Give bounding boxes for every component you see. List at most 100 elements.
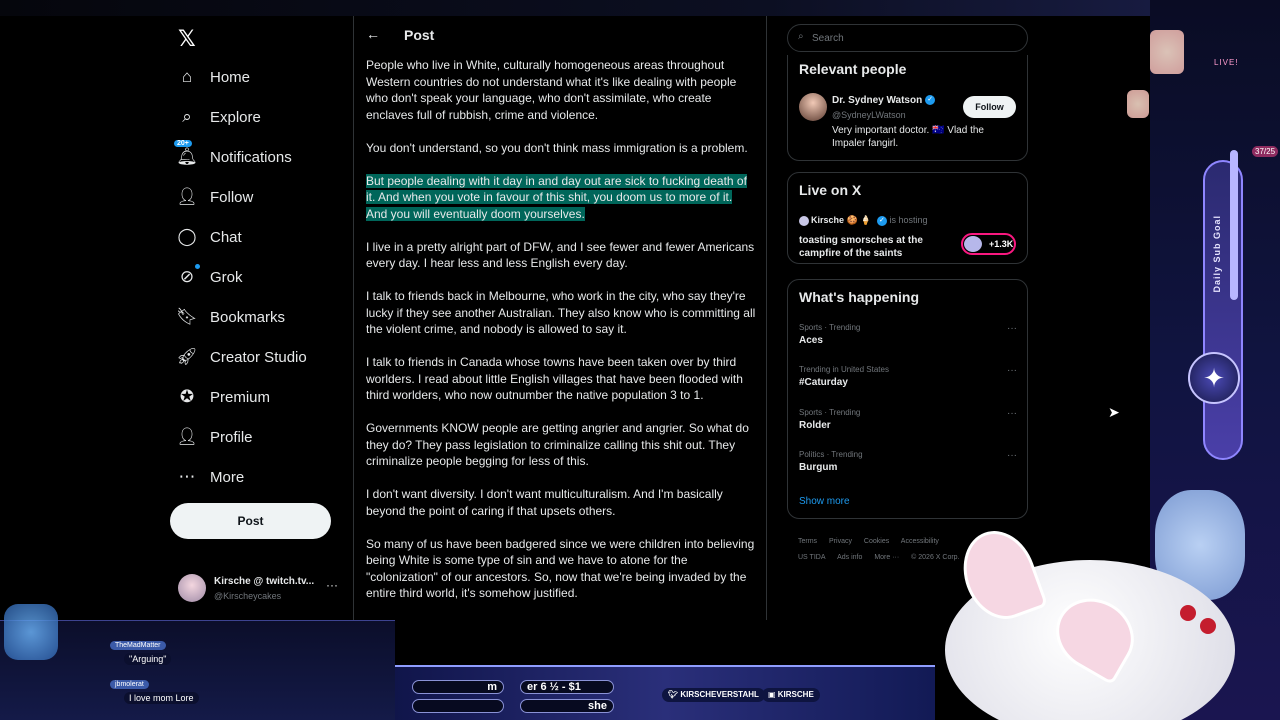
nav-home[interactable]: ⌂ Home [170,59,250,95]
trend-category: Sports · Trending [799,408,861,417]
nav-label: Premium [210,388,271,406]
footer-link[interactable]: Cookies [864,538,889,545]
ticker: er 6 ½ - $1 [520,680,614,694]
nav-label: Notifications [210,148,292,166]
stream-frame-top [0,0,1280,16]
social-text: KIRSCHEVERSTAHL [680,690,759,699]
nav-label: Creator Studio [210,348,307,366]
live-title[interactable]: toasting smorsches at the campfire of th… [799,234,949,260]
search-box[interactable]: ⌕ [787,24,1028,52]
nav-bookmarks[interactable]: 🔖︎ Bookmarks [170,299,285,335]
trend-name: Burgum [799,462,838,473]
more-dots-icon[interactable]: ··· [1007,323,1017,334]
avatar[interactable] [799,93,827,121]
mouse-cursor-icon: ➤ [1108,404,1120,420]
unread-dot [195,264,200,269]
post-button[interactable]: Post [170,503,331,539]
post-column: ← Post People who live in White, cultura… [353,16,767,620]
live-on-x-card: Live on X Kirsche 🍪 🍦 ✓ is hosting toast… [787,172,1028,264]
nav-follow[interactable]: 👤︎ Follow [170,179,253,215]
nav-chat[interactable]: ◯ Chat [170,219,242,255]
footer-link[interactable]: US TIDA [798,554,826,561]
text-selection: But people dealing with it day in and da… [366,173,747,221]
live-tag: LIVE! [1214,58,1239,67]
search-input[interactable] [812,30,1012,46]
nav-label: More [210,468,245,486]
trend-category: Trending in United States [799,365,889,374]
account-switcher[interactable]: Kirsche @ twitch.tv... @Kirscheycakes ··… [178,574,348,606]
relevant-people-card: Relevant people Dr. Sydney Watson ✓ @Sydn… [787,55,1028,161]
x-logo-icon[interactable]: 𝕏 [178,26,196,52]
nav-label: Follow [210,188,254,206]
footer-link[interactable]: Ads info [837,554,862,561]
post-paragraph: Governments KNOW people are getting angr… [366,421,749,468]
trend-item[interactable]: Politics · Trending Burgum ··· [799,450,1019,482]
lantern-decor [1150,30,1184,74]
nav-label: Home [210,68,251,86]
person-handle: @SydneyLWatson [832,110,906,120]
ticker [412,699,504,713]
nav-label: Profile [210,428,253,446]
chat-message: "Arguing" [124,653,172,665]
avatar [799,215,809,226]
post-paragraph: People who live in White, culturally hom… [366,58,737,122]
live-host[interactable]: Kirsche 🍪 🍦 ✓ is hosting [799,215,928,226]
nav-profile[interactable]: 👤︎ Profile [170,419,253,455]
sub-goal-count: 37/25 [1252,146,1279,157]
page-title: Post [404,27,435,43]
footer-link[interactable]: Accessibility [901,538,939,545]
trend-category: Politics · Trending [799,450,863,459]
whats-happening-card: What's happening Sports · Trending Aces … [787,279,1028,519]
card-title: Relevant people [799,61,907,77]
trend-item[interactable]: Sports · Trending Aces ··· [799,323,1019,355]
discord-handle: ▣ KIRSCHE [762,688,820,702]
ticker: m [412,680,504,694]
footer-link[interactable]: Privacy [829,538,852,545]
post-text: People who live in White, culturally hom… [366,57,756,618]
nav-grok[interactable]: ⊘ Grok [170,259,243,295]
person-name[interactable]: Dr. Sydney Watson ✓ [832,95,936,106]
post-paragraph: I talk to friends back in Melbourne, who… [366,289,756,336]
chat-username: jbmolerat [110,680,149,689]
person-icon: 👤︎ [176,427,198,446]
nav-label: Explore [210,108,261,126]
verified-icon: ✓ [925,95,936,106]
nav-premium[interactable]: ✪ Premium [170,379,270,415]
bookmark-icon: 🔖︎ [176,307,198,326]
left-sidebar: 𝕏 ⌂ Home ⌕ Explore 🔔︎ 20+ Notifications 👤… [170,16,353,620]
more-dots-icon[interactable]: ··· [1007,365,1017,376]
more-dots-icon[interactable]: ··· [1007,408,1017,419]
chat-bubble-icon: ◯ [177,227,197,246]
listener-count[interactable]: +1.3K [961,233,1016,255]
chat-username: TheMadMatter [110,641,166,650]
notification-badge: 20+ [174,140,192,147]
lantern-decor [1127,90,1149,118]
trend-item[interactable]: Trending in United States #Caturday ··· [799,365,1019,397]
trend-item[interactable]: Sports · Trending Rolder ··· [799,408,1019,440]
back-arrow-icon[interactable]: ← [366,26,380,42]
nav-label: Chat [210,228,242,246]
rocket-icon: 🚀︎ [176,347,198,366]
footer-link[interactable]: Terms [798,538,817,545]
card-title: What's happening [799,289,919,305]
more-dots-icon[interactable]: ··· [326,578,338,592]
host-name: Kirsche 🍪 🍦 [811,215,872,225]
trend-name: Rolder [799,420,831,431]
person-name-text: Dr. Sydney Watson [832,95,923,106]
chat-message: I love mom Lore [124,692,199,704]
cherry-icon [1200,618,1216,634]
nav-label: Grok [210,268,243,286]
nav-explore[interactable]: ⌕ Explore [170,99,261,135]
nav-more[interactable]: ⋯ More [170,459,245,495]
footer-link[interactable]: More ··· [874,554,899,561]
post-paragraph: I talk to friends in Canada whose towns … [366,355,743,402]
nav-creator-studio[interactable]: 🚀︎ Creator Studio [170,339,307,375]
search-icon: ⌕ [798,31,804,42]
more-dots-icon[interactable]: ··· [1007,450,1017,461]
follow-button[interactable]: Follow [963,96,1016,118]
trend-name: #Caturday [799,377,848,388]
person-bio: Very important doctor. 🇦🇺 Vlad the Impal… [832,125,984,149]
nav-label: Bookmarks [210,308,286,326]
nav-notifications[interactable]: 🔔︎ 20+ Notifications [170,139,292,175]
show-more-link[interactable]: Show more [799,496,850,507]
